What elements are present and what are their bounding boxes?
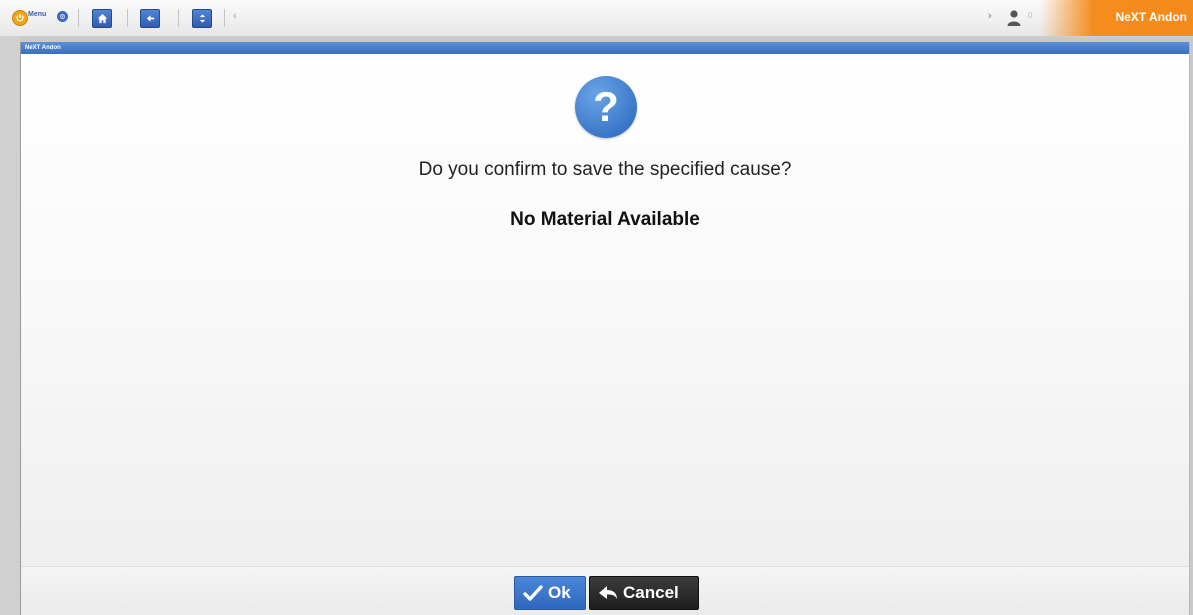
user-icon[interactable] [1006,9,1022,27]
cancel-label: Cancel [623,583,679,602]
dialog-body: ? Do you confirm to save the specified c… [21,54,1189,567]
cause-name: No Material Available [510,209,700,230]
home-button[interactable] [92,9,112,28]
scroll-right-button[interactable]: › [988,10,992,22]
swap-button[interactable] [192,9,212,28]
dialog-title: NeXT Andon [21,42,1189,54]
question-icon: ? [575,76,637,138]
power-icon[interactable] [12,10,28,26]
checkmark-icon [523,585,543,601]
user-count: 0 [1028,11,1033,20]
cancel-button[interactable]: Cancel [589,576,699,610]
toolbar-divider [178,9,179,27]
scroll-left-button[interactable]: ‹ [233,10,237,22]
brand-title: NeXT Andon [1115,10,1187,24]
confirm-dialog: NeXT Andon ? Do you confirm to save the … [20,42,1190,615]
dialog-footer: Ok Cancel [21,567,1189,615]
top-toolbar: Menu ⚙ ‹ › 0 NeXT Andon [0,0,1193,37]
toolbar-divider [127,9,128,27]
home-icon [97,13,107,24]
question-glyph: ? [593,83,619,130]
background-panel [0,36,20,615]
undo-arrow-icon [599,586,617,599]
confirm-question: Do you confirm to save the specified cau… [418,159,792,180]
menu-label[interactable]: Menu [28,11,46,18]
ok-button[interactable]: Ok [514,576,586,610]
back-button[interactable] [140,9,160,28]
ok-label: Ok [548,583,571,602]
back-arrow-icon [146,15,154,22]
gear-icon[interactable]: ⚙ [57,11,68,22]
toolbar-divider [224,9,225,27]
toolbar-divider [78,9,79,27]
swap-icon [199,14,205,23]
brand-banner: NeXT Andon [1040,0,1193,36]
